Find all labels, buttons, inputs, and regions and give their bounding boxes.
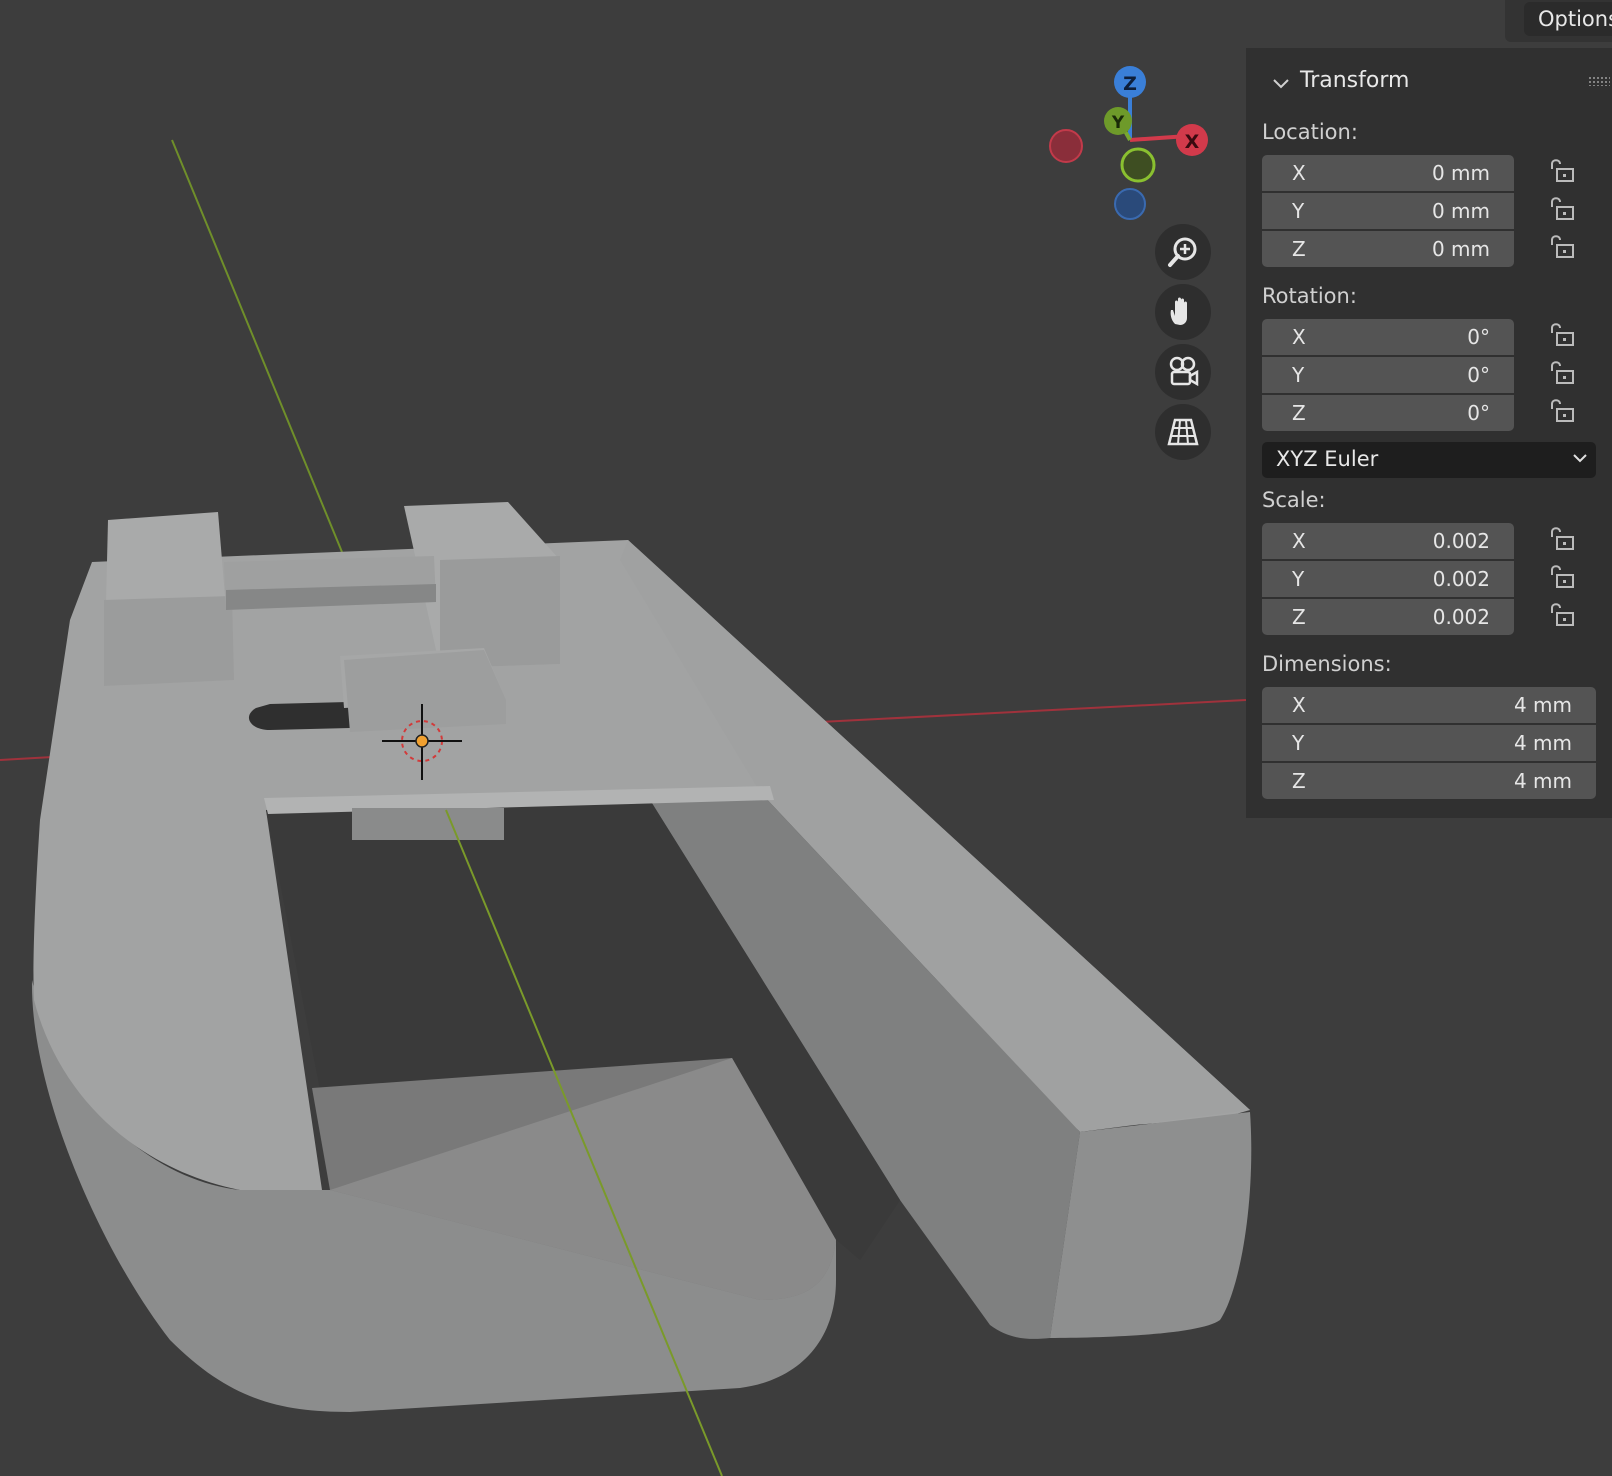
transform-panel-header[interactable]: Transform — [1258, 58, 1610, 98]
scale-label: Scale: — [1262, 488, 1326, 512]
rotation-mode-select[interactable]: XYZ Euler — [1262, 442, 1596, 478]
field-value: 4 mm — [1513, 731, 1572, 755]
rotation-y-field[interactable]: Y 0° — [1262, 357, 1514, 393]
zoom-icon — [1168, 237, 1197, 267]
ortho-toggle-button[interactable] — [1155, 404, 1211, 460]
axis-label: Y — [1292, 567, 1305, 591]
field-value: 4 mm — [1513, 693, 1572, 717]
zoom-button[interactable] — [1155, 224, 1211, 280]
hand-pan-icon — [1170, 297, 1187, 325]
field-value: 4 mm — [1513, 769, 1572, 793]
axis-label: Y — [1292, 731, 1305, 755]
navigation-gizmo[interactable]: Z Y X — [1049, 66, 1208, 220]
dimensions-y-field[interactable]: Y 4 mm — [1262, 725, 1596, 761]
3d-model[interactable] — [31, 502, 1252, 1412]
y-axis-line-upper — [171, 139, 343, 553]
field-value: 0.002 — [1432, 567, 1490, 591]
lock-open-icon[interactable] — [1546, 232, 1576, 262]
model-under-block — [352, 808, 504, 840]
field-value: 0.002 — [1432, 529, 1490, 553]
rotation-mode-value: XYZ Euler — [1276, 447, 1379, 471]
drag-grip-icon[interactable] — [1588, 76, 1610, 86]
location-z-field[interactable]: Z 0 mm — [1262, 231, 1514, 267]
axis-label: Z — [1292, 769, 1306, 793]
axis-label: Y — [1292, 363, 1305, 387]
location-y-field[interactable]: Y 0 mm — [1262, 193, 1514, 229]
field-value: 0° — [1467, 401, 1490, 425]
field-value: 0 mm — [1431, 161, 1490, 185]
lock-open-icon[interactable] — [1546, 396, 1576, 426]
grid-ortho-icon — [1167, 418, 1199, 446]
gizmo-y-label: Y — [1111, 113, 1125, 133]
lock-open-icon[interactable] — [1546, 320, 1576, 350]
lock-open-icon[interactable] — [1546, 194, 1576, 224]
camera-icon — [1169, 356, 1199, 387]
pan-button[interactable] — [1155, 284, 1211, 340]
rotation-x-field[interactable]: X 0° — [1262, 319, 1514, 355]
origin-dot — [415, 734, 429, 748]
field-value: 0 mm — [1431, 199, 1490, 223]
axis-label: X — [1292, 325, 1306, 349]
axis-label: Y — [1292, 199, 1305, 223]
axis-label: Z — [1292, 605, 1306, 629]
transform-panel: Transform Location: X 0 mm Y 0 mm Z 0 mm… — [1246, 48, 1612, 818]
lock-open-icon[interactable] — [1546, 524, 1576, 554]
model-slot — [248, 702, 350, 730]
axis-label: X — [1292, 161, 1306, 185]
chevron-down-icon — [1573, 454, 1587, 463]
panel-title: Transform — [1300, 68, 1410, 93]
axis-label: X — [1292, 529, 1306, 553]
options-button[interactable]: Options — [1524, 2, 1612, 36]
field-value: 0° — [1467, 363, 1490, 387]
dimensions-label: Dimensions: — [1262, 652, 1392, 676]
x-axis-line-right — [819, 699, 1247, 723]
chevron-down-icon — [1273, 79, 1289, 89]
model-center-block-face — [344, 650, 506, 732]
lock-open-icon[interactable] — [1546, 600, 1576, 630]
scale-x-field[interactable]: X 0.002 — [1262, 523, 1514, 559]
rotation-label: Rotation: — [1262, 284, 1357, 308]
field-value: 0 mm — [1431, 237, 1490, 261]
gizmo-neg-z — [1114, 188, 1146, 220]
gizmo-neg-y — [1120, 147, 1156, 183]
scale-y-field[interactable]: Y 0.002 — [1262, 561, 1514, 597]
lock-open-icon[interactable] — [1546, 358, 1576, 388]
field-value: 0.002 — [1432, 605, 1490, 629]
dimensions-z-field[interactable]: Z 4 mm — [1262, 763, 1596, 799]
lock-open-icon[interactable] — [1546, 156, 1576, 186]
axis-label: Z — [1292, 237, 1306, 261]
model-right-arm-end — [1050, 1112, 1252, 1338]
model-post-left-face — [104, 596, 234, 686]
axis-label: Z — [1292, 401, 1306, 425]
gizmo-neg-x — [1049, 129, 1083, 163]
gizmo-z-label: Z — [1123, 73, 1137, 95]
location-x-field[interactable]: X 0 mm — [1262, 155, 1514, 191]
field-value: 0° — [1467, 325, 1490, 349]
gizmo-x-label: X — [1185, 131, 1200, 153]
rotation-z-field[interactable]: Z 0° — [1262, 395, 1514, 431]
dimensions-x-field[interactable]: X 4 mm — [1262, 687, 1596, 723]
lock-open-icon[interactable] — [1546, 562, 1576, 592]
axis-label: X — [1292, 693, 1306, 717]
location-label: Location: — [1262, 120, 1358, 144]
camera-view-button[interactable] — [1155, 344, 1211, 400]
scale-z-field[interactable]: Z 0.002 — [1262, 599, 1514, 635]
